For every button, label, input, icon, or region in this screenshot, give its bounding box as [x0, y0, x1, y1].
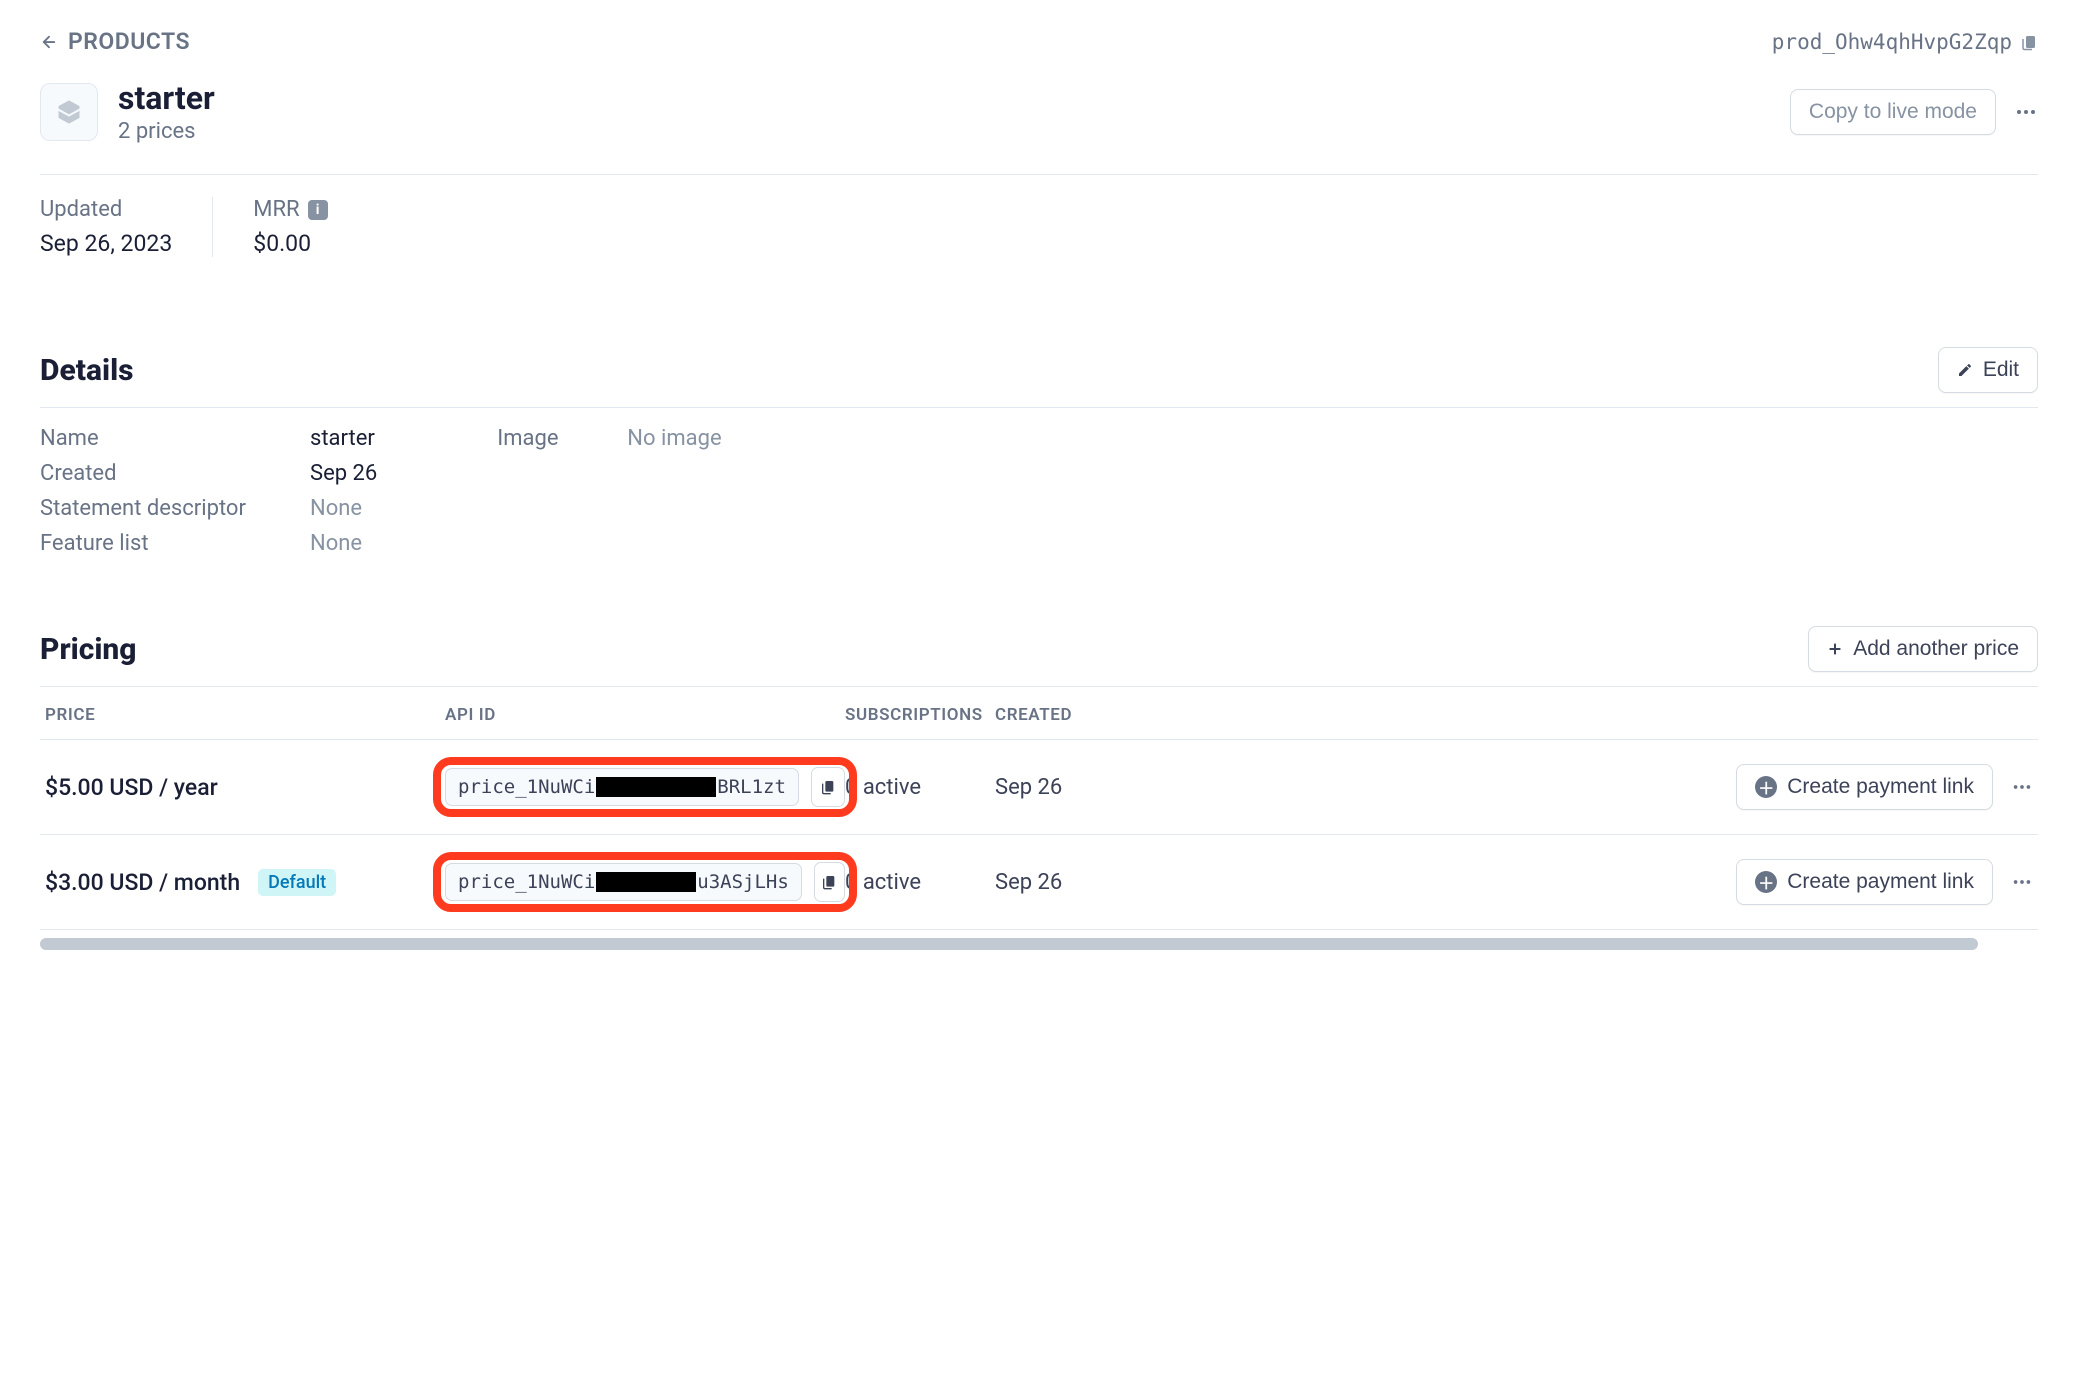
- info-icon[interactable]: i: [308, 200, 328, 220]
- circle-plus-icon: ＋: [1755, 776, 1777, 798]
- edit-button[interactable]: Edit: [1938, 347, 2038, 393]
- row-created-value: Sep 26: [995, 870, 1105, 895]
- add-another-price-button[interactable]: Add another price: [1808, 626, 2038, 672]
- clipboard-icon: [821, 874, 837, 890]
- redacted-segment: [596, 872, 696, 892]
- pricing-section-title: Pricing: [40, 632, 137, 667]
- row-created-value: Sep 26: [995, 775, 1105, 800]
- create-payment-link-button[interactable]: ＋ Create payment link: [1736, 859, 1993, 905]
- price-value: $5.00 USD / year: [45, 774, 218, 801]
- detail-name-value: starter: [310, 426, 375, 451]
- copy-api-id-button[interactable]: [811, 767, 845, 807]
- pricing-row[interactable]: $5.00 USD / year price_1NuWCi BRL1zt 0 a…: [40, 740, 2038, 835]
- col-price: PRICE: [45, 705, 445, 725]
- detail-statement-value: None: [310, 496, 362, 521]
- detail-created-label: Created: [40, 461, 270, 486]
- price-value: $3.00 USD / month: [45, 869, 240, 896]
- detail-name-label: Name: [40, 426, 270, 451]
- copy-api-id-button[interactable]: [814, 862, 845, 902]
- plus-icon: [1827, 641, 1843, 657]
- more-actions-button[interactable]: [2014, 100, 2038, 124]
- col-subscriptions: SUBSCRIPTIONS: [845, 705, 995, 725]
- breadcrumb-back[interactable]: PRODUCTS: [40, 28, 190, 55]
- details-section-title: Details: [40, 353, 134, 388]
- detail-image-label: Image: [497, 426, 587, 451]
- detail-image-value: No image: [627, 426, 721, 451]
- clipboard-icon[interactable]: [2020, 33, 2038, 51]
- product-icon: [40, 83, 98, 141]
- copy-to-live-button[interactable]: Copy to live mode: [1790, 89, 1996, 135]
- row-more-button[interactable]: [2011, 776, 2033, 798]
- updated-label: Updated: [40, 197, 172, 222]
- default-badge: Default: [258, 869, 336, 896]
- pencil-icon: [1957, 362, 1973, 378]
- scrollbar-thumb[interactable]: [40, 938, 1978, 950]
- api-id-code[interactable]: price_1NuWCi u3ASjLHs: [445, 863, 802, 901]
- breadcrumb-label: PRODUCTS: [68, 28, 190, 55]
- dots-horizontal-icon: [2011, 871, 2033, 893]
- dots-horizontal-icon: [2014, 100, 2038, 124]
- subscriptions-value: 0 active: [845, 775, 995, 800]
- detail-feature-label: Feature list: [40, 531, 270, 556]
- detail-feature-value: None: [310, 531, 362, 556]
- page-title: starter: [118, 79, 215, 117]
- clipboard-icon: [820, 779, 836, 795]
- page-subtitle: 2 prices: [118, 119, 215, 144]
- product-id-display: prod_Ohw4qhHvpG2Zqp: [1772, 30, 2038, 54]
- col-api-id: API ID: [445, 705, 845, 725]
- col-created: CREATED: [995, 705, 1105, 725]
- mrr-label: MRR: [253, 197, 299, 222]
- subscriptions-value: 0 active: [845, 870, 995, 895]
- pricing-row[interactable]: $3.00 USD / month Default price_1NuWCi u…: [40, 835, 2038, 930]
- detail-created-value: Sep 26: [310, 461, 377, 486]
- updated-value: Sep 26, 2023: [40, 230, 172, 257]
- redacted-segment: [596, 777, 716, 797]
- horizontal-scrollbar[interactable]: [40, 938, 2038, 950]
- mrr-value: $0.00: [253, 230, 327, 257]
- create-payment-link-button[interactable]: ＋ Create payment link: [1736, 764, 1993, 810]
- circle-plus-icon: ＋: [1755, 871, 1777, 893]
- arrow-left-icon: [40, 33, 58, 51]
- api-id-code[interactable]: price_1NuWCi BRL1zt: [445, 768, 799, 806]
- dots-horizontal-icon: [2011, 776, 2033, 798]
- detail-statement-label: Statement descriptor: [40, 496, 270, 521]
- row-more-button[interactable]: [2011, 871, 2033, 893]
- product-id-text: prod_Ohw4qhHvpG2Zqp: [1772, 30, 2012, 54]
